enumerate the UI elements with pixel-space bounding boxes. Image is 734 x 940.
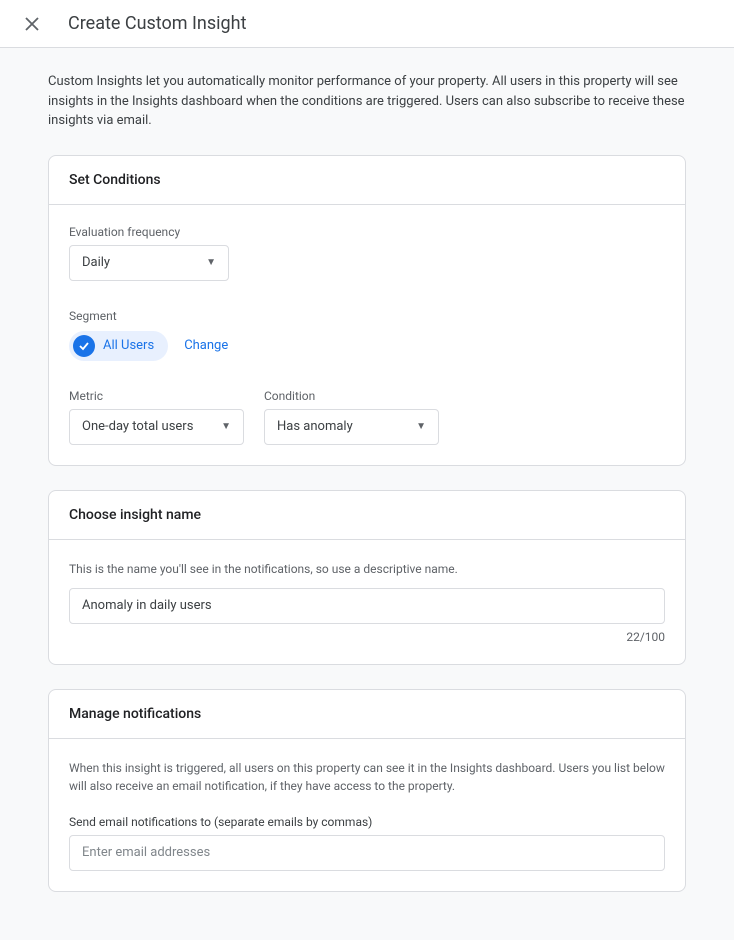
segment-chip[interactable]: All Users <box>69 331 168 361</box>
segment-chip-label: All Users <box>103 338 154 353</box>
dialog-header: Create Custom Insight <box>0 0 734 48</box>
metric-select[interactable]: One-day total users ▼ <box>69 409 244 445</box>
dialog-title: Create Custom Insight <box>68 13 246 34</box>
condition-select[interactable]: Has anomaly ▼ <box>264 409 439 445</box>
notify-card: Manage notifications When this insight i… <box>48 689 686 892</box>
name-counter: 22/100 <box>69 630 665 644</box>
page-body: Custom Insights let you automatically mo… <box>0 48 734 940</box>
frequency-select[interactable]: Daily ▼ <box>69 245 229 281</box>
caret-down-icon: ▼ <box>416 421 426 432</box>
caret-down-icon: ▼ <box>206 257 216 268</box>
email-label: Send email notifications to (separate em… <box>69 815 665 829</box>
conditions-card: Set Conditions Evaluation frequency Dail… <box>48 155 686 466</box>
condition-label: Condition <box>264 389 439 403</box>
close-button[interactable] <box>20 12 44 36</box>
close-icon <box>25 17 39 31</box>
intro-text: Custom Insights let you automatically mo… <box>0 72 734 155</box>
email-input[interactable] <box>69 835 665 871</box>
conditions-card-title: Set Conditions <box>49 156 685 205</box>
change-segment-link[interactable]: Change <box>184 338 228 353</box>
metric-label: Metric <box>69 389 244 403</box>
name-card-title: Choose insight name <box>49 491 685 540</box>
metric-value: One-day total users <box>82 419 193 434</box>
name-helper: This is the name you'll see in the notif… <box>69 560 665 578</box>
condition-value: Has anomaly <box>277 419 353 434</box>
notify-card-title: Manage notifications <box>49 690 685 739</box>
name-card: Choose insight name This is the name you… <box>48 490 686 665</box>
check-icon <box>73 335 95 357</box>
frequency-label: Evaluation frequency <box>69 225 665 239</box>
frequency-value: Daily <box>82 255 110 270</box>
segment-label: Segment <box>69 309 665 323</box>
notify-helper: When this insight is triggered, all user… <box>69 759 665 795</box>
caret-down-icon: ▼ <box>221 421 231 432</box>
insight-name-input[interactable] <box>69 588 665 624</box>
